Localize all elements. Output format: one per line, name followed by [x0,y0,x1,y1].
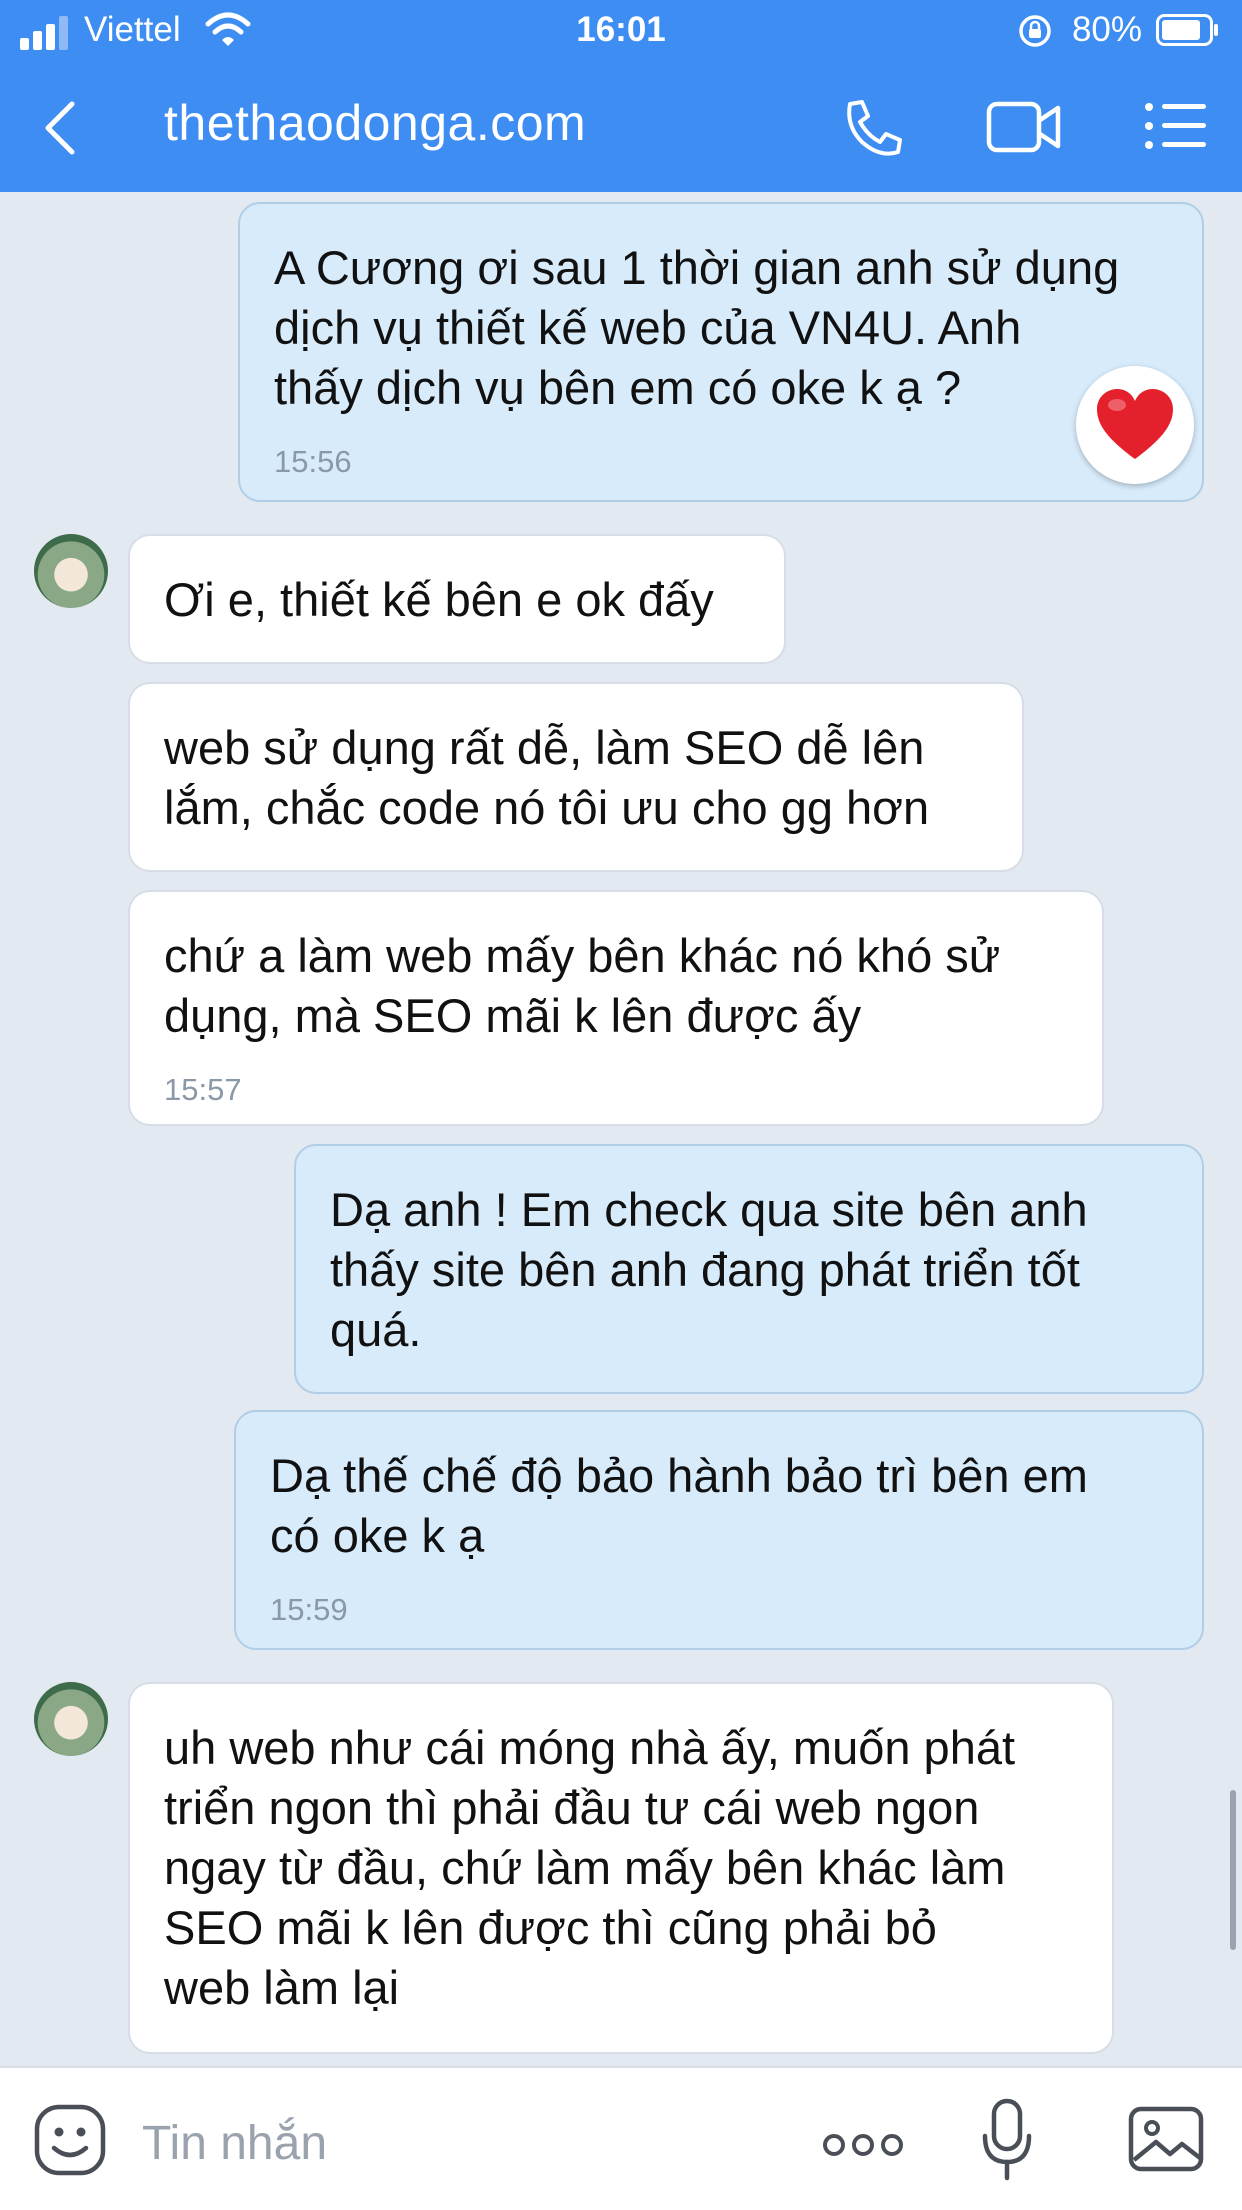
phone-icon[interactable] [840,98,904,158]
status-bar: Viettel 16:01 80% [0,0,1242,64]
battery-icon [1156,14,1218,46]
message-text: A Cương ơi sau 1 thời gian anh sử dụng d… [274,241,1120,414]
message-input-bar: Tin nhắn [0,2066,1242,2210]
message-bubble-incoming[interactable]: chứ a làm web mấy bên khác nó khó sử dụn… [128,890,1104,1126]
nav-bar: thethaodonga.com [0,64,1242,192]
message-time: 15:57 [164,1072,242,1107]
list-menu-icon[interactable] [1144,102,1208,150]
message-text: uh web như cái móng nhà ấy, muốn phát tr… [164,1721,1016,2014]
chevron-left-icon[interactable] [42,100,78,156]
message-input[interactable]: Tin nhắn [142,2116,327,2171]
scrollbar[interactable] [1230,1790,1236,1950]
image-icon[interactable] [1128,2106,1204,2172]
battery-percent: 80% [1071,10,1142,49]
message-text: Ơi e, thiết kế bên e ok đấy [164,573,714,626]
emoji-icon[interactable] [34,2104,106,2176]
microphone-icon[interactable] [980,2098,1034,2182]
chat-title[interactable]: thethaodonga.com [164,94,586,152]
avatar[interactable] [34,534,108,608]
video-camera-icon[interactable] [986,100,1062,156]
heart-icon [1097,389,1173,459]
message-time: 15:59 [270,1592,348,1627]
message-bubble-outgoing[interactable]: A Cương ơi sau 1 thời gian anh sử dụng d… [238,202,1204,502]
message-bubble-incoming[interactable]: Ơi e, thiết kế bên e ok đấy [128,534,786,664]
more-dots-icon[interactable] [822,2132,904,2158]
message-bubble-incoming[interactable]: web sử dụng rất dễ, làm SEO dễ lên lắm, … [128,682,1024,872]
message-time: 15:56 [274,444,352,479]
status-time: 16:01 [576,10,666,49]
message-text: web sử dụng rất dễ, làm SEO dễ lên lắm, … [164,721,930,834]
message-text: chứ a làm web mấy bên khác nó khó sử dụn… [164,929,1001,1042]
rotation-lock-icon [1019,15,1051,47]
message-text: Dạ thế chế độ bảo hành bảo trì bên em có… [270,1449,1088,1562]
message-bubble-outgoing[interactable]: Dạ thế chế độ bảo hành bảo trì bên em có… [234,1410,1204,1650]
avatar[interactable] [34,1682,108,1756]
message-text: Dạ anh ! Em check qua site bên anh thấy … [330,1183,1088,1356]
message-bubble-incoming[interactable]: uh web như cái móng nhà ấy, muốn phát tr… [128,1682,1114,2054]
chat-header: Viettel 16:01 80% thethaodonga.com [0,0,1242,192]
message-bubble-outgoing[interactable]: Dạ anh ! Em check qua site bên anh thấy … [294,1144,1204,1394]
heart-reaction[interactable] [1076,366,1194,484]
